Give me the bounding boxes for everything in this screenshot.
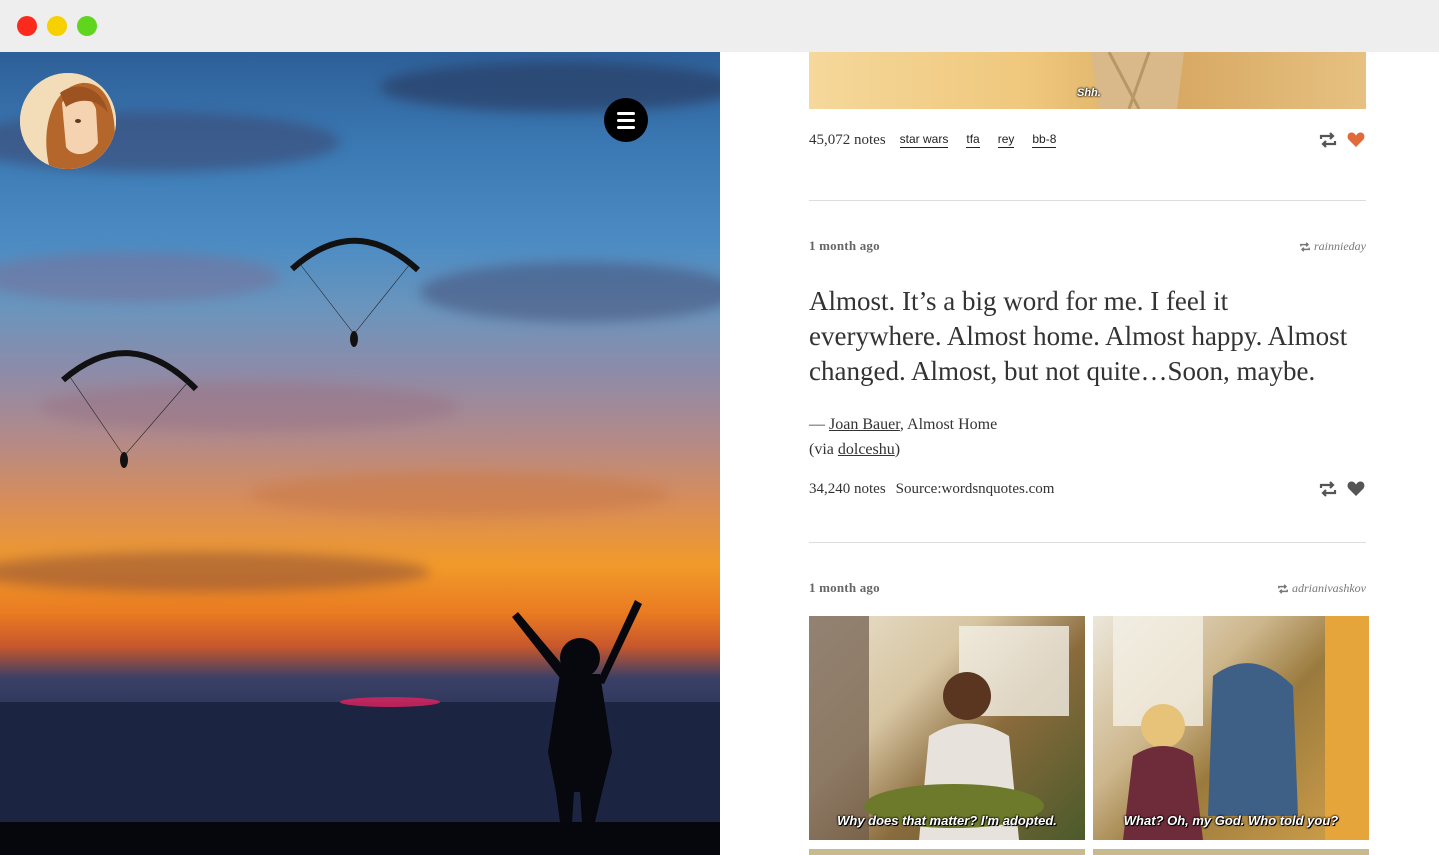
- reblog-small-icon: [1300, 241, 1310, 252]
- hero-silhouettes: [0, 237, 720, 855]
- paraglider-line: [123, 381, 189, 457]
- like-heart-icon[interactable]: [1346, 130, 1366, 150]
- post-meta: 1 month ago adrianivashkov: [809, 580, 1366, 598]
- post-meta: 1 month ago rainnieday: [809, 238, 1366, 256]
- post-footer: 34,240 notes Source:wordsnquotes.com: [809, 477, 1366, 501]
- like-heart-icon[interactable]: [1346, 479, 1366, 499]
- via-line: (via dolceshu): [809, 437, 997, 462]
- header-image: [0, 52, 720, 855]
- paraglider-pilot: [350, 331, 358, 347]
- work-title: , Almost Home: [899, 416, 998, 433]
- post-actions: [1310, 130, 1366, 150]
- tag-link[interactable]: tfa: [966, 132, 980, 148]
- tag-link[interactable]: rey: [997, 132, 1015, 148]
- via-suffix: ): [894, 441, 901, 458]
- blog-avatar[interactable]: [20, 73, 116, 169]
- post-divider: [809, 200, 1366, 201]
- photoset-image[interactable]: What? Oh, my God. Who told you?: [1093, 616, 1369, 840]
- post-gif[interactable]: Shh.: [809, 52, 1366, 109]
- paraglider-line: [299, 263, 355, 335]
- post-date[interactable]: 1 month ago: [809, 580, 880, 596]
- notes-count[interactable]: 45,072 notes: [809, 132, 886, 149]
- reblog-icon[interactable]: [1318, 130, 1338, 150]
- paraglider-wing: [289, 237, 421, 273]
- paraglider-wing: [61, 350, 199, 392]
- close-window-button[interactable]: [17, 16, 37, 36]
- reblog-username: rainnieday: [1314, 239, 1366, 253]
- tag-link[interactable]: star wars: [899, 132, 949, 148]
- photo-scene: [1113, 616, 1369, 840]
- quote-attribution: — Joan Bauer, Almost Home (via dolceshu): [809, 412, 997, 462]
- photo-caption: What? Oh, my God. Who told you?: [1123, 813, 1339, 828]
- reblog-icon[interactable]: [1318, 479, 1338, 499]
- attribution-dash: —: [809, 416, 829, 433]
- photo-caption: Why does that matter? I'm adopted.: [837, 813, 1057, 828]
- tag-link[interactable]: bb-8: [1032, 132, 1057, 148]
- via-prefix: (via: [809, 441, 838, 458]
- photoset-image[interactable]: Why does that matter? I'm adopted.: [809, 616, 1085, 840]
- photoset-image-next[interactable]: [1093, 849, 1369, 855]
- via-user-link[interactable]: dolceshu: [838, 441, 895, 458]
- sun-reflection: [340, 697, 440, 707]
- quote-text: Almost. It’s a big word for me. I feel i…: [809, 286, 1348, 386]
- photoset-image-next[interactable]: [809, 849, 1085, 855]
- source-link[interactable]: Source:wordsnquotes.com: [896, 481, 1055, 498]
- window-titlebar: [0, 0, 1439, 52]
- reblogged-from[interactable]: rainnieday: [1299, 239, 1366, 254]
- post-divider: [809, 542, 1366, 543]
- avatar-illustration-icon: [20, 73, 116, 169]
- foreground-ground: [0, 822, 720, 855]
- reblogged-from[interactable]: adrianivashkov: [1277, 581, 1366, 596]
- reblog-small-icon: [1278, 583, 1288, 594]
- minimize-window-button[interactable]: [47, 16, 67, 36]
- gif-figure: [1091, 52, 1184, 109]
- paraglider-line: [353, 263, 411, 335]
- notes-count[interactable]: 34,240 notes: [809, 481, 886, 498]
- post-footer: 45,072 notes star wars tfa rey bb-8: [809, 128, 1366, 152]
- hamburger-menu-icon: [617, 110, 635, 131]
- gif-caption: Shh.: [1077, 87, 1101, 99]
- post-date[interactable]: 1 month ago: [809, 238, 880, 254]
- post-actions: [1310, 479, 1366, 499]
- quote-source-line: — Joan Bauer, Almost Home: [809, 412, 997, 437]
- maximize-window-button[interactable]: [77, 16, 97, 36]
- menu-button[interactable]: [604, 98, 648, 142]
- paraglider-line: [69, 376, 125, 457]
- author-link[interactable]: Joan Bauer: [829, 416, 900, 433]
- reblog-username: adrianivashkov: [1292, 581, 1366, 595]
- photo-scene: [809, 616, 1069, 840]
- paraglider-pilot: [120, 452, 128, 468]
